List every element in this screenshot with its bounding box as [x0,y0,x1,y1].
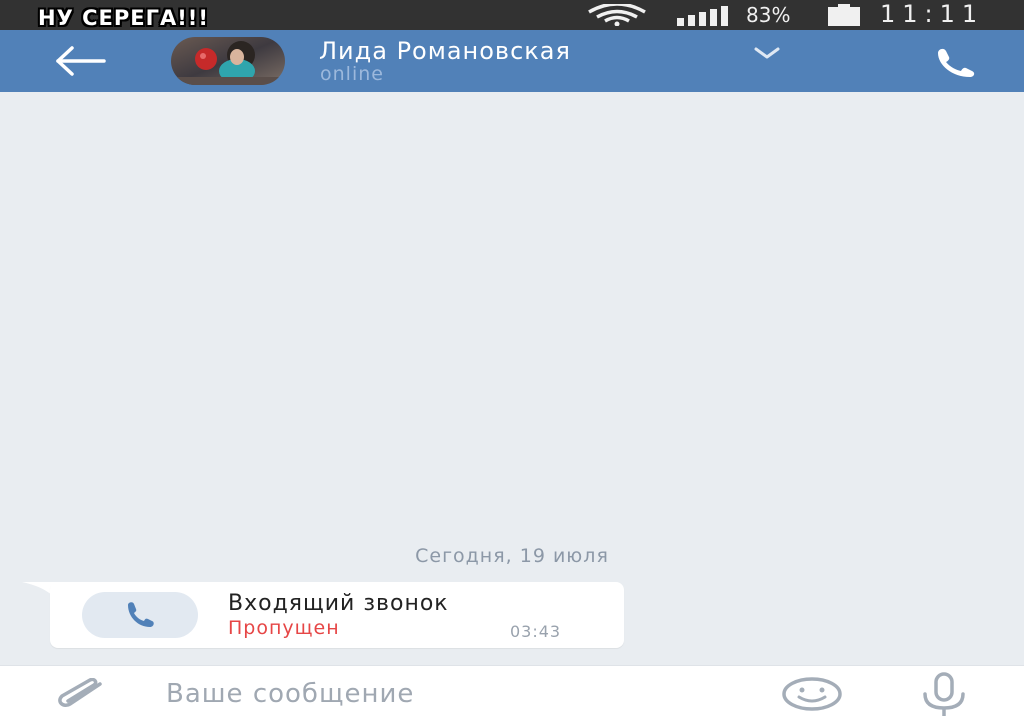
call-status: Пропущен [228,617,340,639]
smiley-icon [782,677,842,711]
paperclip-icon [58,677,102,708]
phone-icon [128,602,154,627]
phone-icon [938,48,975,77]
message-composer [0,665,1024,721]
contact-status: online [320,63,384,85]
emoji-button[interactable] [781,676,843,712]
message-input[interactable] [164,672,758,716]
date-separator: Сегодня, 19 июля [415,545,609,567]
battery-icon [828,4,860,26]
wifi-icon [588,4,646,26]
battery-percent: 83% [746,3,791,27]
status-bar: НУ СЕРЕГА!!! 83% 11:11 [0,0,1024,30]
call-title: Входящий звонок [228,591,449,616]
call-type-badge [82,592,198,638]
microphone-button[interactable] [915,672,973,716]
chat-header: Лида Романовская online [0,30,1024,92]
overlay-caption: НУ СЕРЕГА!!! [38,6,209,30]
clock: 11:11 [880,0,985,28]
signal-icon [677,6,728,26]
message-time: 03:43 [510,622,562,641]
chevron-down-icon[interactable] [752,44,782,62]
arrow-left-icon [56,46,106,76]
attach-button[interactable] [52,677,110,710]
message-list[interactable]: Сегодня, 19 июля Входящий звонок Пропуще… [0,92,1024,665]
avatar-photo [171,37,285,85]
avatar[interactable] [171,37,285,85]
call-button[interactable] [930,45,984,77]
call-message-bubble[interactable]: Входящий звонок Пропущен 03:43 [50,582,624,648]
microphone-icon [923,672,965,716]
back-button[interactable] [52,44,108,78]
